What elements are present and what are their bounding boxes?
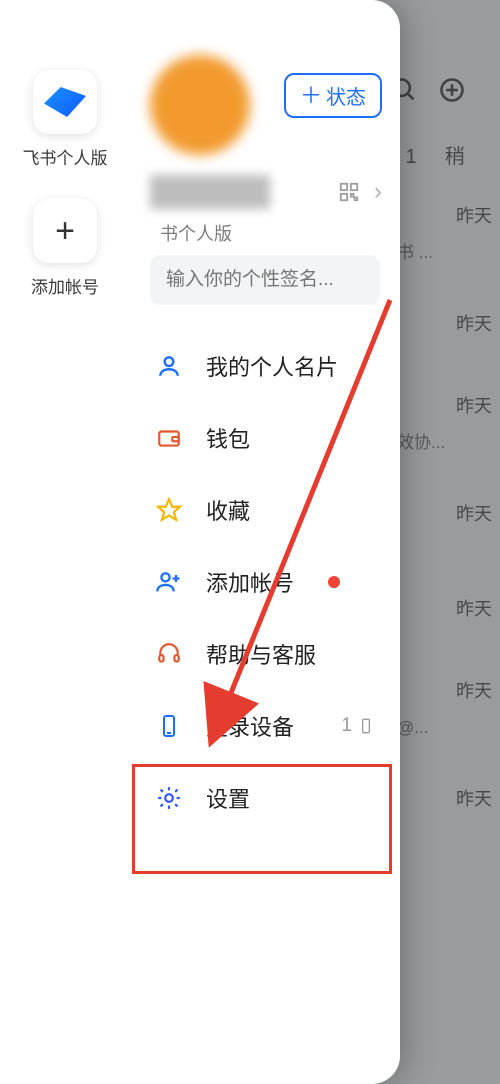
menu-item-label: 我的个人名片 — [206, 350, 338, 382]
menu-item-label: 添加帐号 — [206, 566, 294, 598]
account-current[interactable]: 飞书个人版 — [23, 70, 108, 169]
menu-list: 我的个人名片 钱包 收藏 添加帐号 帮助与客服 — [150, 330, 380, 834]
profile-name-blur — [150, 175, 270, 209]
status-label: 状态 — [326, 81, 366, 110]
person-icon — [154, 351, 184, 381]
menu-item-label: 登录设备 — [206, 710, 294, 742]
menu-favorites[interactable]: 收藏 — [150, 474, 380, 546]
account-label: 飞书个人版 — [23, 144, 108, 169]
phone-icon — [154, 711, 184, 741]
chevron-right-icon: › — [374, 178, 382, 206]
bg-tab: 稍 — [445, 140, 465, 169]
menu-item-label: 设置 — [206, 782, 250, 814]
signature-input-wrap — [150, 255, 380, 305]
account-rail: 飞书个人版 + 添加帐号 — [0, 70, 130, 298]
plus-icon: + — [33, 199, 97, 263]
menu-item-label: 帮助与客服 — [206, 638, 316, 670]
profile-name-row[interactable]: › — [150, 175, 382, 209]
menu-wallet[interactable]: 钱包 — [150, 402, 380, 474]
profile-area: ＋ 状态 — [150, 55, 382, 155]
menu-settings[interactable]: 设置 — [150, 762, 380, 834]
avatar[interactable] — [150, 55, 250, 155]
devices-count: 1 — [341, 715, 374, 737]
menu-help[interactable]: 帮助与客服 — [150, 618, 380, 690]
menu-devices[interactable]: 登录设备 1 — [150, 690, 380, 762]
add-circle-icon — [438, 76, 466, 104]
menu-item-label: 钱包 — [206, 422, 250, 454]
notification-dot — [328, 576, 340, 588]
plus-icon: ＋ — [300, 85, 322, 107]
add-person-icon — [154, 567, 184, 597]
menu-add-account[interactable]: 添加帐号 — [150, 546, 380, 618]
feishu-icon — [33, 70, 97, 134]
menu-namecard[interactable]: 我的个人名片 — [150, 330, 380, 402]
qr-icon — [338, 181, 360, 203]
signature-input[interactable] — [150, 255, 380, 305]
menu-item-label: 收藏 — [206, 494, 250, 526]
status-button[interactable]: ＋ 状态 — [284, 73, 382, 118]
profile-drawer: 飞书个人版 + 添加帐号 ＋ 状态 › 书个人版 我的个人名片 — [0, 0, 400, 1084]
suite-label: 书个人版 — [160, 220, 232, 246]
account-add-label: 添加帐号 — [31, 273, 99, 298]
headset-icon — [154, 639, 184, 669]
wallet-icon — [154, 423, 184, 453]
small-phone-icon — [358, 716, 374, 736]
star-icon — [154, 495, 184, 525]
account-add[interactable]: + 添加帐号 — [31, 199, 99, 298]
gear-icon — [154, 783, 184, 813]
